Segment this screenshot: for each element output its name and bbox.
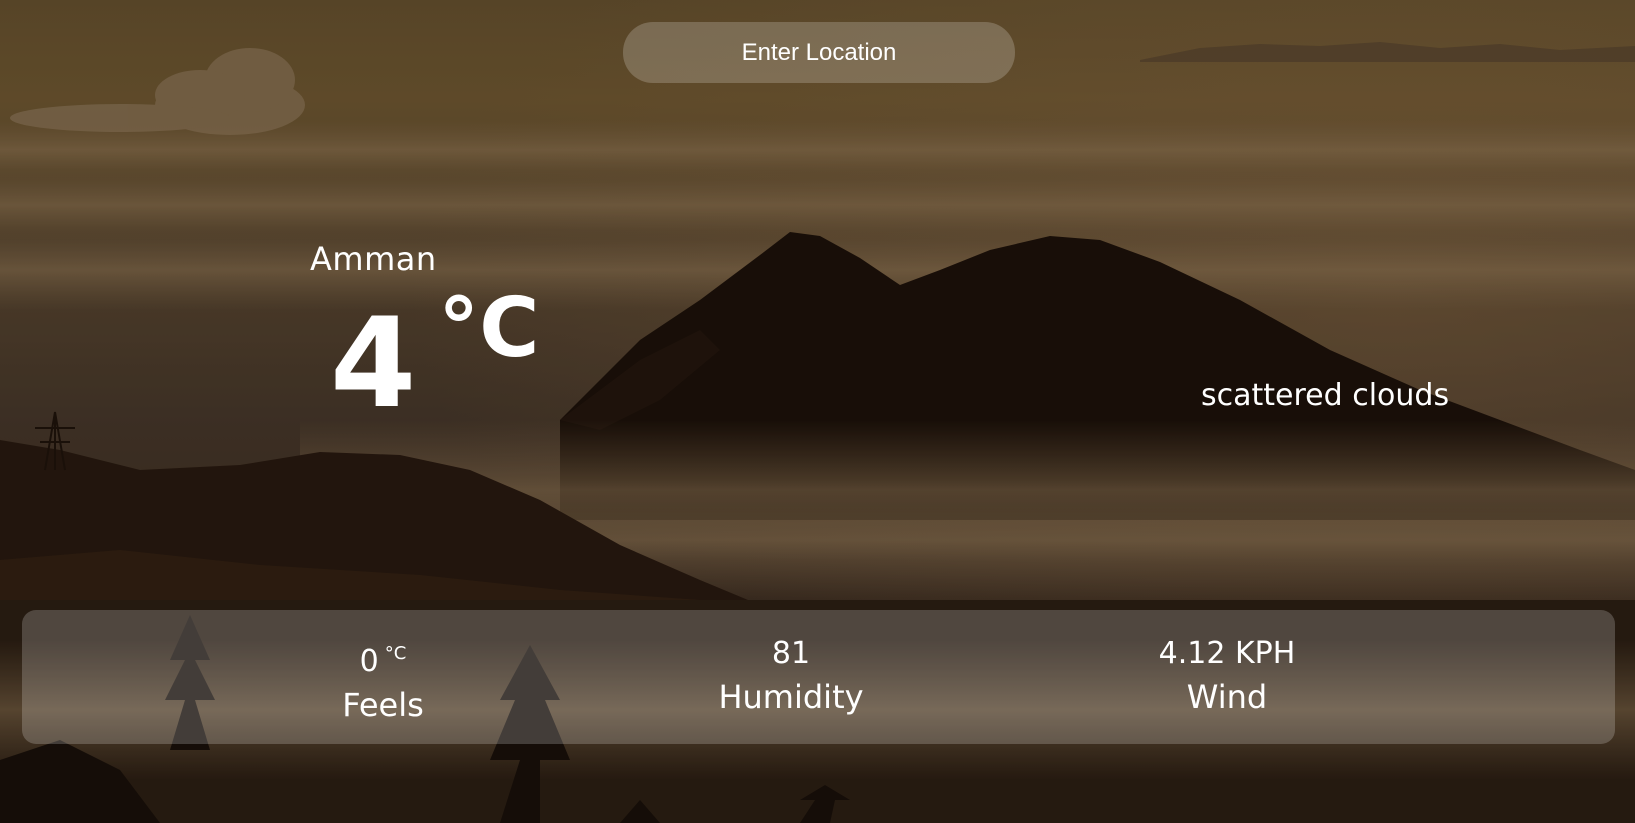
temperature-value: 4 bbox=[330, 292, 417, 436]
weather-app: Amman 4°C scattered clouds 0°C Feels 81 … bbox=[0, 0, 1635, 823]
wind-stat: 4.12 KPH Wind bbox=[1159, 634, 1296, 720]
current-temperature: 4 °C bbox=[330, 288, 539, 428]
location-search-input[interactable] bbox=[623, 22, 1015, 83]
humidity-value: 81 bbox=[771, 636, 811, 671]
feels-like-unit: °C bbox=[384, 643, 407, 664]
search-container bbox=[623, 22, 1015, 83]
wind-value: 4.12 KPH bbox=[1158, 636, 1296, 671]
weather-description: scattered clouds bbox=[1201, 378, 1450, 413]
weather-details-panel: 0 °C Feels 81 Humidity 4.12 KPH Wind bbox=[22, 610, 1615, 744]
city-name: Amman bbox=[310, 240, 437, 278]
humidity-label: Humidity bbox=[718, 678, 864, 716]
feels-like-value: 0 °C bbox=[359, 643, 407, 679]
wind-label: Wind bbox=[1186, 678, 1268, 716]
humidity-stat: 81 Humidity bbox=[718, 634, 863, 720]
feels-like-stat: 0 °C Feels bbox=[342, 634, 424, 728]
temperature-unit: °C bbox=[438, 281, 540, 376]
feels-like-label: Feels bbox=[342, 686, 424, 724]
